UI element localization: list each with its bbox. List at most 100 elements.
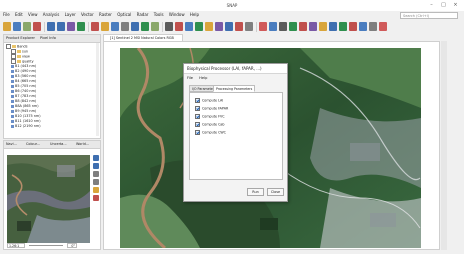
tab-world-view[interactable]: World... xyxy=(76,142,89,146)
close-button[interactable]: × xyxy=(452,2,459,8)
tab-product-explorer[interactable]: Product Explorer xyxy=(6,36,35,40)
ellipse-draw-icon[interactable] xyxy=(349,22,357,31)
dialog-menu-help[interactable]: Help xyxy=(199,76,207,80)
checkbox-checked-icon xyxy=(195,122,200,127)
zoom-tool-icon[interactable] xyxy=(269,22,277,31)
info-icon[interactable] xyxy=(369,22,377,31)
undo-icon[interactable] xyxy=(47,22,55,31)
menu-raster[interactable]: Raster xyxy=(99,12,112,17)
tab-processing-parameters[interactable]: Processing Parameters xyxy=(213,85,256,92)
menu-radar[interactable]: Radar xyxy=(137,12,149,17)
line-draw-icon[interactable] xyxy=(309,22,317,31)
compute-lai-checkbox[interactable]: Compute LAI xyxy=(195,98,223,103)
checkbox-checked-icon xyxy=(195,98,200,103)
zoom-in-icon[interactable] xyxy=(93,155,99,161)
compute-cwc-checkbox[interactable]: Compute CWC xyxy=(195,130,226,135)
scatter-plot-icon[interactable] xyxy=(111,22,119,31)
profile-plot-icon[interactable] xyxy=(121,22,129,31)
spectrum-icon[interactable] xyxy=(91,22,99,31)
reopen-icon[interactable] xyxy=(23,22,31,31)
maximize-button[interactable]: □ xyxy=(440,2,447,8)
folder-icon xyxy=(17,60,21,63)
world-map-icon[interactable] xyxy=(195,22,203,31)
mask-manager-icon[interactable] xyxy=(141,22,149,31)
time-series-icon[interactable] xyxy=(205,22,213,31)
tree-node-label: B1 (443 nm) xyxy=(15,64,37,68)
zoom-default-icon[interactable] xyxy=(93,171,99,177)
menu-vector[interactable]: Vector xyxy=(81,12,94,17)
select-tool-icon[interactable] xyxy=(259,22,267,31)
menu-view[interactable]: View xyxy=(28,12,38,17)
tree-node-label: B7 (783 nm) xyxy=(15,94,37,98)
tree-node-label: view xyxy=(22,54,30,59)
help-icon[interactable] xyxy=(379,22,387,31)
rgb-icon[interactable] xyxy=(77,22,85,31)
open-product-icon[interactable] xyxy=(3,22,11,31)
redo-icon[interactable] xyxy=(57,22,65,31)
tab-colour-manipulation[interactable]: Colour... xyxy=(26,142,40,146)
search-input[interactable]: Search (Ctrl+I) xyxy=(400,12,458,19)
tree-node-label: quality xyxy=(22,59,34,64)
layer-editor-icon[interactable] xyxy=(151,22,159,31)
zoom-slider[interactable] xyxy=(29,245,63,246)
product-tree-scrollbar[interactable] xyxy=(96,43,99,136)
pin-tool-icon[interactable] xyxy=(289,22,297,31)
band-icon xyxy=(11,69,14,73)
magic-wand-icon[interactable] xyxy=(359,22,367,31)
rectangle-draw-icon[interactable] xyxy=(329,22,337,31)
vector-icon[interactable] xyxy=(235,22,243,31)
biophysical-processor-dialog: Biophysical Processor (LAI, fAPAR, ...) … xyxy=(183,63,288,202)
band-maths-icon[interactable] xyxy=(67,22,75,31)
dialog-menu-file[interactable]: File xyxy=(187,76,193,80)
dialog-title: Biophysical Processor (LAI, fAPAR, ...) xyxy=(187,66,262,71)
compute-lai-label: Compute LAI xyxy=(202,98,224,103)
tree-node-label: B4 (665 nm) xyxy=(15,79,37,83)
compute-fvc-checkbox[interactable]: Compute FVC xyxy=(195,114,225,119)
zoom-out-icon[interactable] xyxy=(93,163,99,169)
histogram-icon[interactable] xyxy=(101,22,109,31)
batch-icon[interactable] xyxy=(185,22,193,31)
gcp-icon[interactable] xyxy=(225,22,233,31)
menu-optical[interactable]: Optical xyxy=(117,12,131,17)
menu-layer[interactable]: Layer xyxy=(65,12,76,17)
title-bar: SNAP – □ × xyxy=(0,0,464,11)
sync-cursor-icon[interactable] xyxy=(93,195,99,201)
zoom-factor-field[interactable]: 1.26:1 xyxy=(7,243,25,248)
run-button[interactable]: Run xyxy=(247,188,264,196)
compute-fvc-label: Compute FVC xyxy=(202,114,225,119)
menu-edit[interactable]: Edit xyxy=(15,12,23,17)
compute-cab-checkbox[interactable]: Compute Cab xyxy=(195,122,225,127)
statistics-icon[interactable] xyxy=(131,22,139,31)
menu-window[interactable]: Window xyxy=(169,12,185,17)
menu-help[interactable]: Help xyxy=(190,12,199,17)
pan-tool-icon[interactable] xyxy=(279,22,287,31)
image-view-scrollbar[interactable] xyxy=(441,41,447,250)
graph-builder-icon[interactable] xyxy=(175,22,183,31)
range-finder-icon[interactable] xyxy=(299,22,307,31)
sync-views-icon[interactable] xyxy=(93,187,99,193)
rotation-field[interactable]: 0° xyxy=(67,243,77,248)
tree-node[interactable]: B12 (2190 nm) xyxy=(6,124,96,129)
navigation-thumbnail[interactable] xyxy=(7,155,90,243)
zoom-all-icon[interactable] xyxy=(245,22,253,31)
menu-file[interactable]: File xyxy=(3,12,10,17)
tab-navigation[interactable]: Navi... xyxy=(6,142,17,146)
close-dialog-button[interactable]: Close xyxy=(267,188,284,196)
polygon-draw-icon[interactable] xyxy=(339,22,347,31)
close-product-icon[interactable] xyxy=(33,22,41,31)
menu-analysis[interactable]: Analysis xyxy=(43,12,59,17)
menu-tools[interactable]: Tools xyxy=(154,12,164,17)
save-icon[interactable] xyxy=(13,22,21,31)
compute-fapar-checkbox[interactable]: Compute FAPAR xyxy=(195,106,228,111)
image-view-tab[interactable]: [1] Sentinel 2 MSI Natural Colors RGB xyxy=(103,34,183,41)
tab-pixel-info[interactable]: Pixel Info xyxy=(40,36,56,40)
band-icon xyxy=(11,119,14,123)
zoom-all-nav-icon[interactable] xyxy=(93,179,99,185)
polyline-draw-icon[interactable] xyxy=(319,22,327,31)
tree-node-label: B9 (945 nm) xyxy=(15,109,37,113)
band-icon xyxy=(11,74,14,78)
sigma-icon[interactable] xyxy=(165,22,173,31)
pin-manager-icon[interactable] xyxy=(215,22,223,31)
tab-uncertainty[interactable]: Uncerta... xyxy=(50,142,67,146)
minimize-button[interactable]: – xyxy=(428,2,435,8)
